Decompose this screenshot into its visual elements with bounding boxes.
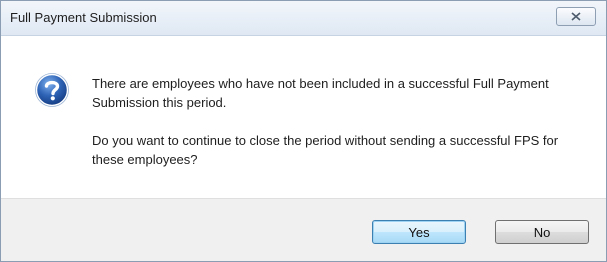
yes-button[interactable]: Yes (372, 220, 466, 244)
question-icon (35, 73, 69, 107)
no-button[interactable]: No (495, 220, 589, 244)
dialog-message: There are employees who have not been in… (92, 76, 549, 110)
close-button[interactable] (556, 7, 596, 26)
dialog-body: There are employees who have not been in… (1, 36, 606, 199)
dialog-question: Do you want to continue to close the per… (92, 133, 559, 167)
close-icon (571, 12, 581, 21)
title-bar[interactable]: Full Payment Submission (1, 1, 606, 36)
button-bar: Yes No (1, 198, 606, 261)
message-dialog: Full Payment Submission There are employ… (0, 0, 607, 262)
dialog-title: Full Payment Submission (10, 10, 157, 25)
